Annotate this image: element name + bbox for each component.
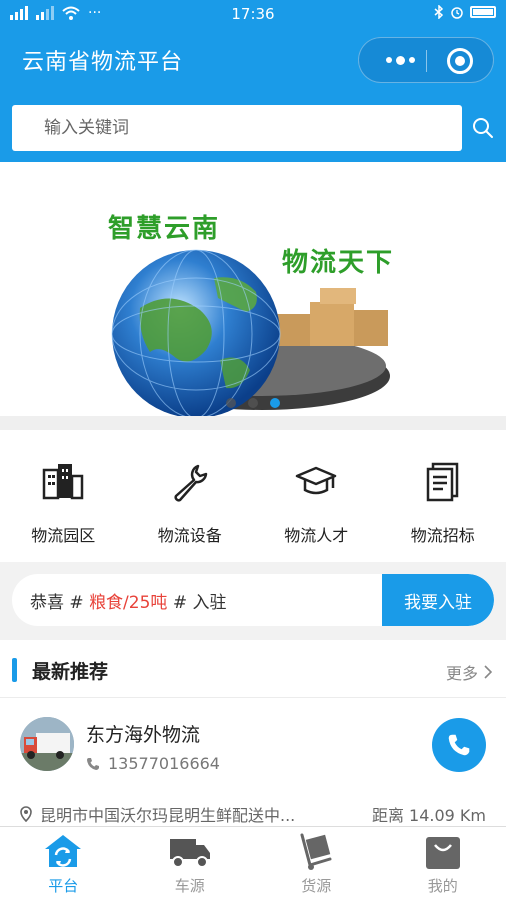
notice-section: 恭喜 # 粮食/25吨 # 入驻 我要入驻 — [0, 562, 506, 640]
company-phone: 13577016664 — [86, 754, 220, 773]
banner-carousel[interactable]: 智慧云南 物流天下 — [0, 162, 506, 416]
banner-slogan-1: 智慧云南 — [108, 214, 221, 244]
battery-icon — [470, 6, 496, 18]
tab-mine[interactable]: 我的 — [380, 827, 506, 900]
category-label: 物流人才 — [284, 526, 349, 545]
notice-highlight: 粮食/25吨 — [89, 593, 168, 613]
notice-text: 恭喜 # 粮食/25吨 # 入驻 — [30, 588, 226, 613]
category-item[interactable]: 物流设备 — [127, 430, 254, 562]
tab-vehicles[interactable]: 车源 — [127, 827, 254, 900]
section-accent-bar — [12, 658, 17, 682]
avatar — [20, 717, 74, 771]
tab-platform[interactable]: 平台 — [0, 827, 127, 900]
notice-prefix: 恭喜 # — [30, 593, 90, 613]
capsule-divider — [426, 50, 427, 72]
company-address: 昆明市中国沃尔玛昆明生鲜配送中... — [20, 802, 295, 826]
category-item[interactable]: 物流人才 — [253, 430, 380, 562]
category-item[interactable]: 物流园区 — [0, 430, 127, 562]
category-item[interactable]: 物流招标 — [380, 430, 506, 562]
category-label: 物流园区 — [31, 526, 96, 545]
phone-icon — [87, 757, 99, 770]
location-pin-icon — [20, 806, 32, 822]
wrench-icon — [174, 464, 207, 502]
app-header: 云南省物流平台 — [0, 28, 506, 92]
category-grid: 物流园区 物流设备 物流人才 物流招标 — [0, 430, 506, 562]
category-label: 物流招标 — [410, 526, 475, 545]
phone-number: 13577016664 — [108, 754, 220, 773]
join-notice: 恭喜 # 粮食/25吨 # 入驻 我要入驻 — [12, 574, 494, 626]
mini-program-capsule — [358, 37, 494, 83]
more-menu-button[interactable] — [373, 43, 427, 77]
dot-icon — [395, 55, 405, 65]
dot-icon — [385, 57, 392, 63]
page-title: 云南省物流平台 — [22, 50, 184, 75]
carousel-dot[interactable] — [270, 398, 280, 408]
search-bar — [0, 92, 506, 162]
recommend-title: 最新推荐 — [32, 661, 109, 683]
bottom-tab-bar: 平台 车源 货源 我的 — [0, 826, 506, 900]
call-button[interactable] — [432, 718, 486, 772]
banner-image — [111, 249, 390, 416]
dot-icon — [408, 57, 415, 63]
category-label: 物流设备 — [157, 526, 222, 545]
company-distance: 距离 14.09 Km — [371, 806, 486, 825]
tab-label: 货源 — [301, 877, 332, 895]
phone-icon — [448, 734, 470, 756]
company-card[interactable]: 东方海外物流 13577016664 昆明市中国沃尔玛昆明生鲜配送中... 距离… — [0, 698, 506, 826]
bluetooth-icon — [434, 5, 444, 19]
search-input[interactable] — [12, 105, 462, 151]
more-label: 更多 — [445, 664, 478, 683]
document-icon — [426, 462, 458, 502]
truck-image — [20, 717, 74, 771]
tab-cargo[interactable]: 货源 — [253, 827, 380, 900]
bag-icon — [425, 837, 460, 869]
more-link[interactable]: 更多 — [446, 660, 492, 684]
chevron-right-icon — [484, 665, 492, 679]
alarm-icon — [451, 7, 463, 19]
carousel-dot[interactable] — [248, 398, 258, 408]
tab-label: 车源 — [174, 877, 205, 895]
status-bar: ··· 17:36 — [0, 0, 506, 28]
carousel-dot[interactable] — [226, 398, 236, 408]
graduation-cap-icon — [296, 466, 337, 495]
search-icon[interactable] — [472, 117, 494, 139]
platform-icon — [45, 835, 82, 867]
app-screen: ··· 17:36 云南省物流平台 智慧云南 物流天下 — [0, 0, 506, 900]
address-text: 昆明市中国沃尔玛昆明生鲜配送中... — [40, 806, 296, 825]
recommend-header: 最新推荐 更多 — [0, 640, 506, 698]
carousel-indicators — [0, 398, 506, 408]
join-button[interactable]: 我要入驻 — [382, 574, 494, 626]
section-gap — [0, 416, 506, 430]
status-right — [434, 5, 496, 19]
truck-icon — [169, 839, 210, 868]
recommend-section: 最新推荐 更多 东方海外物流 13577016664 昆明市中国沃尔玛昆明生鲜配… — [0, 640, 506, 826]
tab-label: 平台 — [48, 877, 79, 895]
company-name: 东方海外物流 — [86, 724, 201, 746]
tab-label: 我的 — [427, 877, 458, 895]
notice-suffix: # 入驻 — [167, 593, 227, 613]
building-icon — [43, 464, 84, 500]
close-mini-program-button[interactable] — [447, 48, 473, 74]
cargo-icon — [300, 833, 332, 870]
status-time: 17:36 — [231, 5, 275, 23]
